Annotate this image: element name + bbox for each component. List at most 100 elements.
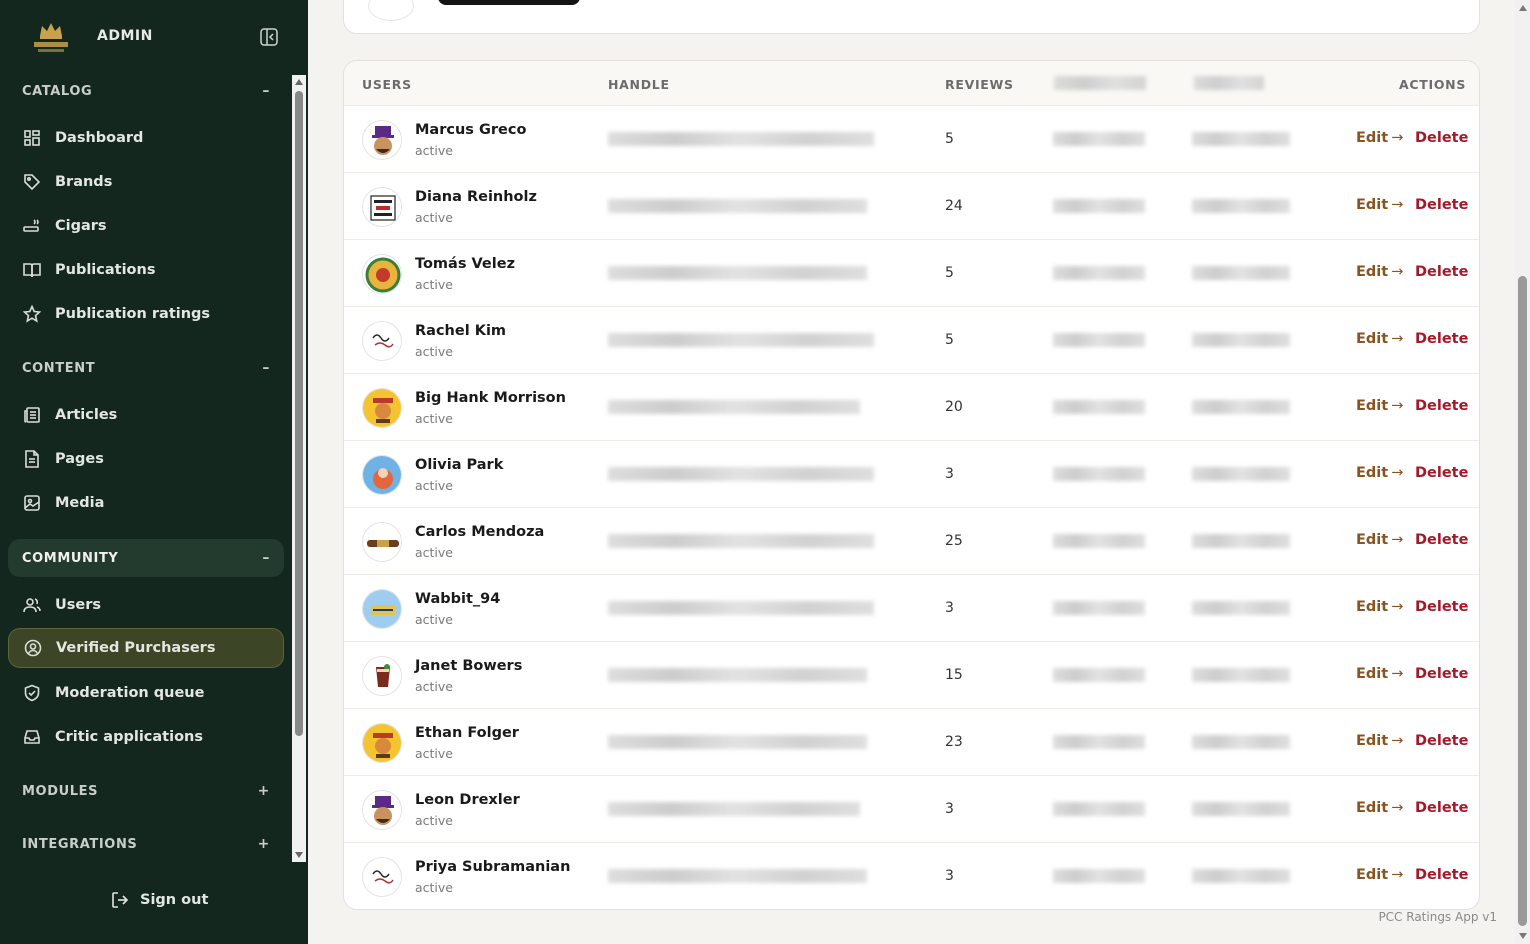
table-row[interactable]: Wabbit_94 active 3 Edit → Delete (344, 574, 1479, 641)
date-redacted (1192, 266, 1290, 280)
sidebar-item-media[interactable]: Media (8, 483, 284, 523)
date-redacted (1192, 400, 1290, 414)
section-integrations[interactable]: INTEGRATIONS + (8, 825, 284, 862)
delete-button[interactable]: Delete (1415, 331, 1468, 347)
table-row[interactable]: Leon Drexler active 3 Edit → Delete (344, 775, 1479, 842)
table-row[interactable]: Rachel Kim active 5 Edit → Delete (344, 306, 1479, 373)
collapse-toggle[interactable]: – (262, 360, 270, 376)
scrollbar-thumb[interactable] (295, 91, 303, 736)
delete-button[interactable]: Delete (1415, 800, 1468, 816)
edit-link[interactable]: Edit → (1356, 733, 1403, 749)
primary-button[interactable] (438, 0, 580, 5)
edit-link[interactable]: Edit → (1356, 532, 1403, 548)
page-scrollbar[interactable] (1515, 0, 1530, 944)
scroll-down-icon[interactable] (295, 852, 303, 858)
sidebar-item-label: Media (55, 495, 105, 511)
privada-logo[interactable] (30, 18, 72, 56)
delete-button[interactable]: Delete (1415, 666, 1468, 682)
user-status: active (415, 478, 453, 493)
user-name[interactable]: Ethan Folger (415, 725, 519, 741)
user-name[interactable]: Olivia Park (415, 457, 503, 473)
user-status: active (415, 545, 453, 560)
sidebar-item-critic-applications[interactable]: Critic applications (8, 717, 284, 757)
sign-out-button[interactable]: Sign out (110, 890, 208, 910)
edit-link[interactable]: Edit → (1356, 331, 1403, 347)
delete-button[interactable]: Delete (1415, 197, 1468, 213)
scrollbar-thumb[interactable] (1518, 276, 1527, 926)
collapse-toggle[interactable]: – (262, 550, 270, 566)
delete-button[interactable]: Delete (1415, 599, 1468, 615)
user-name[interactable]: Priya Subramanian (415, 859, 570, 875)
table-row[interactable]: Big Hank Morrison active 20 Edit → Delete (344, 373, 1479, 440)
avatar (362, 656, 402, 696)
user-name[interactable]: Leon Drexler (415, 792, 520, 808)
delete-button[interactable]: Delete (1415, 532, 1468, 548)
user-name[interactable]: Janet Bowers (415, 658, 522, 674)
sidebar-scrollbar[interactable] (292, 75, 306, 862)
user-status: active (415, 344, 453, 359)
table-row[interactable]: Priya Subramanian active 3 Edit → Delete (344, 842, 1479, 909)
user-name[interactable]: Big Hank Morrison (415, 390, 566, 406)
edit-link[interactable]: Edit → (1356, 264, 1403, 280)
sidebar-item-users[interactable]: Users (8, 585, 284, 625)
table-row[interactable]: Ethan Folger active 23 Edit → Delete (344, 708, 1479, 775)
section-catalog[interactable]: CATALOG – (8, 72, 284, 110)
edit-link[interactable]: Edit → (1356, 465, 1403, 481)
date-redacted (1053, 601, 1145, 615)
edit-link[interactable]: Edit → (1356, 666, 1403, 682)
sidebar-item-verified-purchasers[interactable]: Verified Purchasers (8, 628, 284, 668)
delete-button[interactable]: Delete (1415, 465, 1468, 481)
sidebar-item-moderation-queue[interactable]: Moderation queue (8, 673, 284, 713)
column-header-users[interactable]: USERS (362, 77, 412, 92)
expand-toggle[interactable]: + (258, 836, 270, 852)
user-name[interactable]: Tomás Velez (415, 256, 515, 272)
user-status: active (415, 679, 453, 694)
edit-link[interactable]: Edit → (1356, 398, 1403, 414)
sidebar-item-publications[interactable]: Publications (8, 250, 284, 290)
table-row[interactable]: Tomás Velez active 5 Edit → Delete (344, 239, 1479, 306)
collapse-sidebar-icon[interactable] (259, 27, 279, 47)
section-modules[interactable]: MODULES + (8, 772, 284, 810)
user-status: active (415, 746, 453, 761)
sidebar-item-brands[interactable]: Brands (8, 162, 284, 202)
user-name[interactable]: Diana Reinholz (415, 189, 537, 205)
user-name[interactable]: Marcus Greco (415, 122, 526, 138)
scroll-up-icon[interactable] (1519, 5, 1527, 11)
sidebar-item-pages[interactable]: Pages (8, 439, 284, 479)
table-row[interactable]: Janet Bowers active 15 Edit → Delete (344, 641, 1479, 708)
delete-button[interactable]: Delete (1415, 130, 1468, 146)
sidebar-item-cigars[interactable]: Cigars (8, 206, 284, 246)
edit-link[interactable]: Edit → (1356, 599, 1403, 615)
column-header-reviews[interactable]: REVIEWS (945, 77, 1014, 92)
column-header-actions: ACTIONS (1399, 77, 1467, 92)
user-name[interactable]: Wabbit_94 (415, 591, 500, 607)
date-redacted (1053, 534, 1145, 548)
scroll-down-icon[interactable] (1519, 933, 1527, 939)
table-row[interactable]: Olivia Park active 3 Edit → Delete (344, 440, 1479, 507)
delete-button[interactable]: Delete (1415, 264, 1468, 280)
expand-toggle[interactable]: + (258, 783, 270, 799)
delete-button[interactable]: Delete (1415, 733, 1468, 749)
user-name[interactable]: Carlos Mendoza (415, 524, 544, 540)
user-name[interactable]: Rachel Kim (415, 323, 506, 339)
edit-link[interactable]: Edit → (1356, 800, 1403, 816)
edit-link[interactable]: Edit → (1356, 130, 1403, 146)
avatar (362, 723, 402, 763)
delete-button[interactable]: Delete (1415, 867, 1468, 883)
column-header-handle[interactable]: HANDLE (608, 77, 670, 92)
section-content[interactable]: CONTENT – (8, 349, 284, 387)
table-row[interactable]: Carlos Mendoza active 25 Edit → Delete (344, 507, 1479, 574)
delete-button[interactable]: Delete (1415, 398, 1468, 414)
table-row[interactable]: Diana Reinholz active 24 Edit → Delete (344, 172, 1479, 239)
collapse-toggle[interactable]: – (262, 83, 270, 99)
table-row[interactable]: Marcus Greco active 5 Edit → Delete (344, 105, 1479, 172)
sidebar-item-articles[interactable]: Articles (8, 395, 284, 435)
edit-link[interactable]: Edit → (1356, 197, 1403, 213)
scroll-up-icon[interactable] (295, 79, 303, 85)
section-community[interactable]: COMMUNITY – (8, 539, 284, 577)
sidebar-item-dashboard[interactable]: Dashboard (8, 118, 284, 158)
edit-link[interactable]: Edit → (1356, 867, 1403, 883)
sidebar-item-publication-ratings[interactable]: Publication ratings (8, 294, 284, 334)
arrow-right-icon: → (1391, 264, 1404, 280)
date-redacted (1192, 802, 1290, 816)
